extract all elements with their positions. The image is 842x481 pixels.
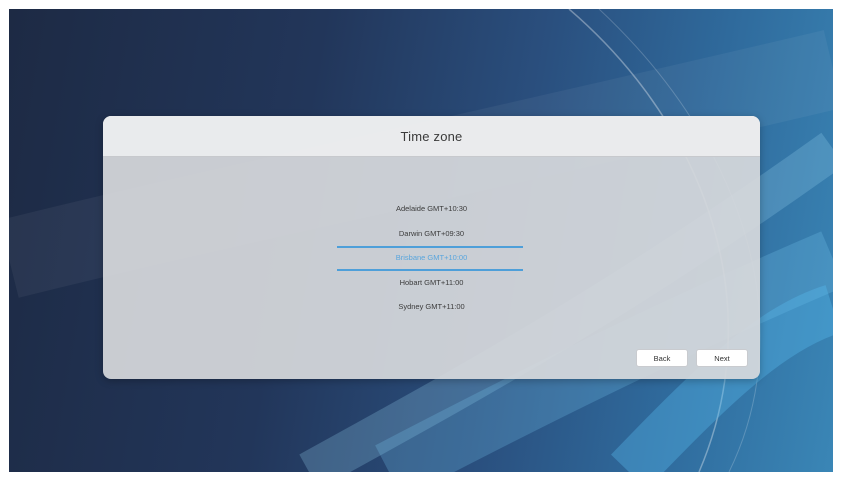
dialog-buttons: Back Next xyxy=(636,349,748,367)
back-button[interactable]: Back xyxy=(636,349,688,367)
zone-item-hobart[interactable]: Hobart GMT+11:00 xyxy=(103,271,760,296)
dialog-header: Time zone xyxy=(103,116,760,157)
time-zone-list[interactable]: Adelaide GMT+10:30 Darwin GMT+09:30 Bris… xyxy=(103,197,760,320)
zone-item-sydney[interactable]: Sydney GMT+11:00 xyxy=(103,295,760,320)
zone-item-adelaide[interactable]: Adelaide GMT+10:30 xyxy=(103,197,760,222)
zone-item-darwin[interactable]: Darwin GMT+09:30 xyxy=(103,222,760,247)
time-zone-dialog: Time zone Adelaide GMT+10:30 Darwin GMT+… xyxy=(103,116,760,379)
dialog-title: Time zone xyxy=(400,128,463,144)
wallpaper: Time zone Adelaide GMT+10:30 Darwin GMT+… xyxy=(9,9,833,472)
zone-item-brisbane[interactable]: Brisbane GMT+10:00 xyxy=(103,246,760,271)
next-button[interactable]: Next xyxy=(696,349,748,367)
